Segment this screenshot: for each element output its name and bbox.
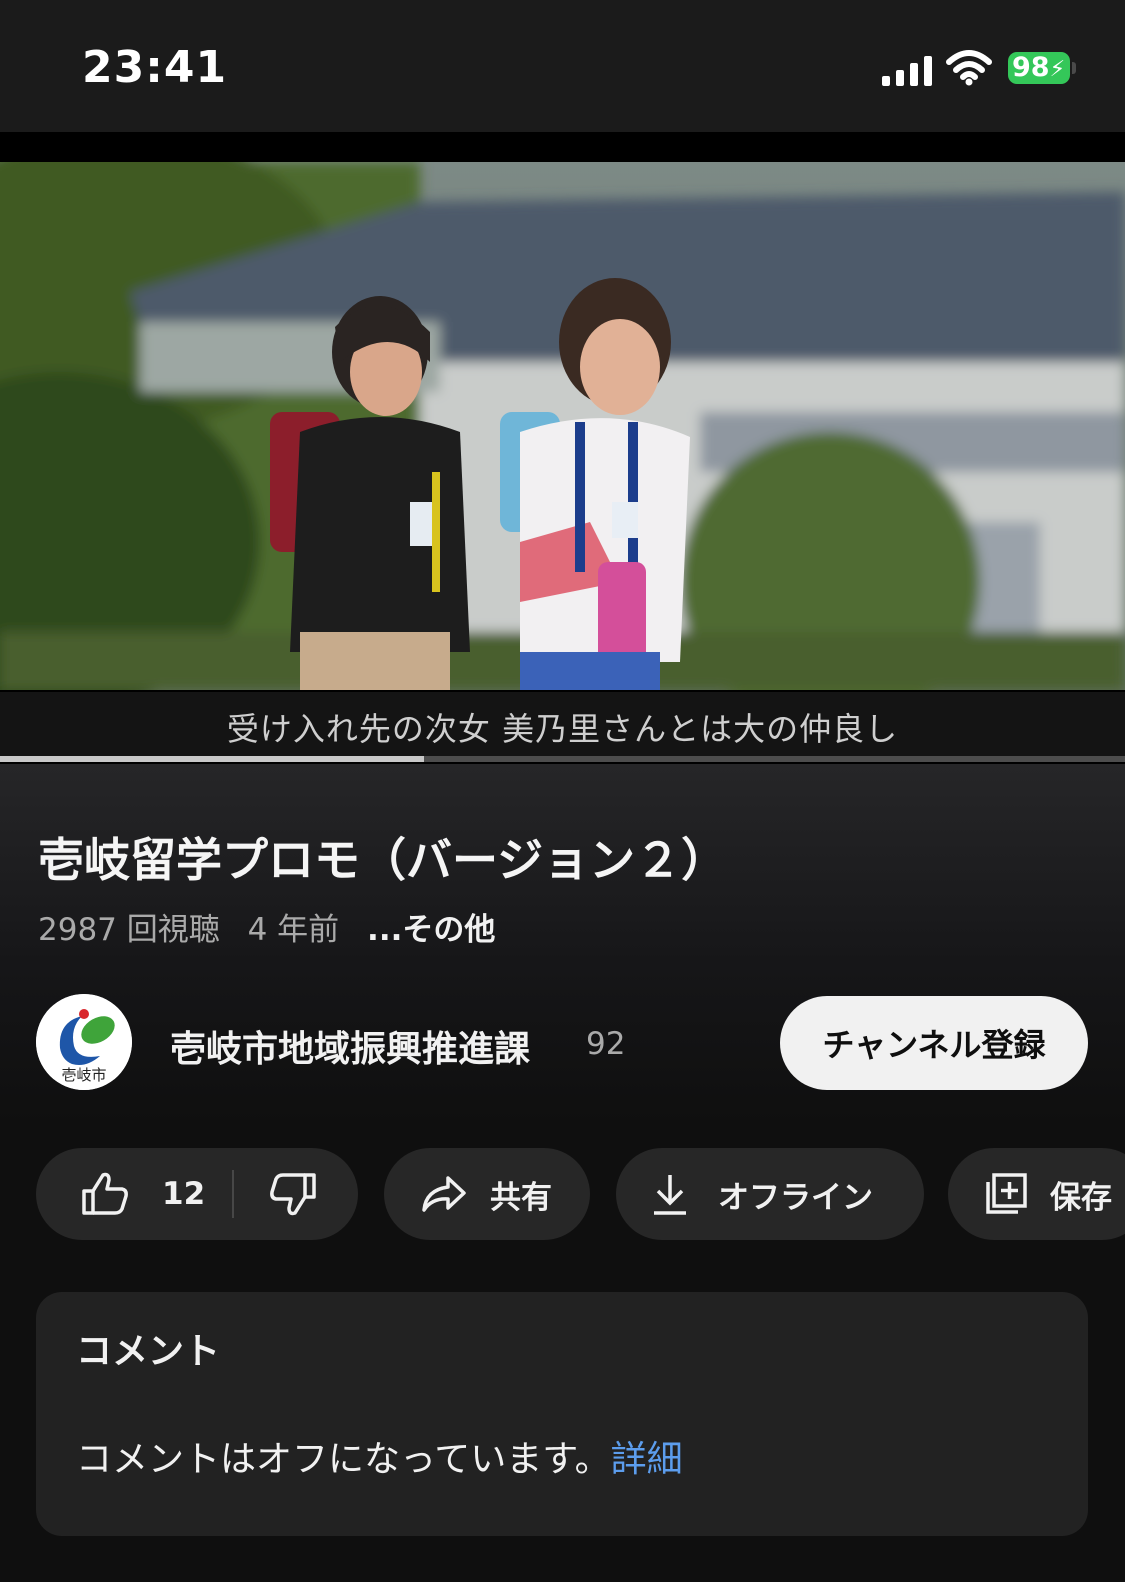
offline-download-button[interactable]: オフライン [616,1148,924,1240]
channel-logo: 壱岐市 [36,994,132,1090]
avatar-text: 壱岐市 [61,1066,106,1084]
more-link[interactable]: ...その他 [367,912,495,948]
battery-nub [1072,62,1076,74]
share-button[interactable]: 共有 [384,1148,590,1240]
comments-title: コメント [76,1331,221,1372]
avatar[interactable]: 壱岐市 [36,994,132,1090]
video-info-panel: 壱岐留学プロモ（バージョン２） 2987 回視聴 4 年前 ...その他 壱岐市… [0,764,1125,1582]
status-time: 23:41 [82,42,228,93]
save-button[interactable]: 保存 [948,1148,1125,1240]
thumbs-up-icon [82,1172,128,1215]
battery-level: 98 [1012,52,1050,83]
progress-bar[interactable] [0,756,1125,762]
battery-charging-icon: 98⚡ [1008,52,1070,84]
cellular-signal-icon [882,56,932,86]
like-count: 12 [162,1176,206,1212]
channel-name[interactable]: 壱岐市地域振興推進課 [170,1020,530,1072]
upload-age: 4 年前 [247,912,340,948]
video-meta[interactable]: 2987 回視聴 4 年前 ...その他 [38,904,513,949]
subscriber-count: 92 [586,1026,626,1062]
like-divider [232,1170,234,1218]
thumbs-down-icon [270,1173,316,1216]
share-label: 共有 [490,1179,552,1216]
subscribe-button[interactable]: チャンネル登録 [780,996,1088,1090]
share-arrow-icon [422,1176,466,1212]
status-bar: 23:41 98⚡ [0,0,1125,132]
offline-label: オフライン [718,1179,873,1216]
video-player[interactable]: 受け入れ先の次女 美乃里さんとは大の仲良し [0,132,1125,764]
download-icon [654,1175,686,1215]
details-link[interactable]: 詳細 [611,1439,683,1480]
like-button[interactable]: 12 [80,1148,205,1240]
video-caption: 受け入れ先の次女 美乃里さんとは大の仲良し [226,710,899,748]
video-frame[interactable] [0,162,1125,690]
dislike-button[interactable] [268,1148,318,1240]
view-count: 2987 回視聴 [38,912,220,948]
video-title[interactable]: 壱岐留学プロモ（バージョン２） [38,824,727,890]
video-thumbnail-scene [0,162,1125,690]
progress-fill [0,756,425,762]
wifi-icon [946,50,992,86]
add-to-playlist-icon [986,1173,1027,1214]
comments-off-message: コメントはオフになっています。詳細 [76,1430,683,1482]
save-label: 保存 [1050,1179,1112,1216]
comments-panel[interactable]: コメント コメントはオフになっています。詳細 [36,1292,1088,1536]
comments-off-text: コメントはオフになっています。 [76,1439,611,1480]
like-dislike-group: 12 [36,1148,358,1240]
caption-bar: 受け入れ先の次女 美乃里さんとは大の仲良し [0,692,1125,756]
